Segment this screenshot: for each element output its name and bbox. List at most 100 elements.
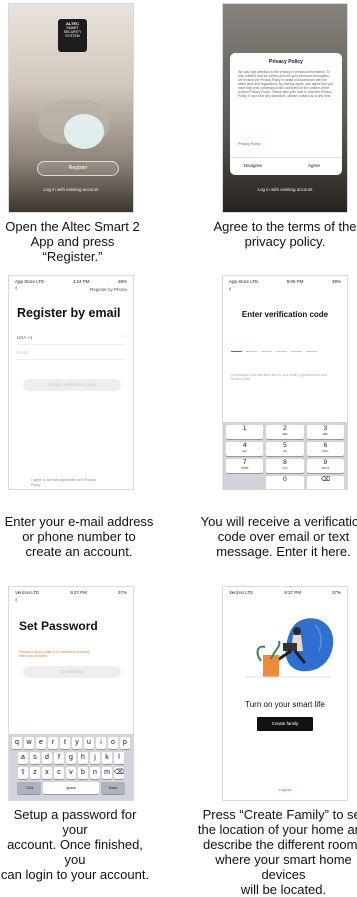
keyboard-key[interactable]: x (42, 767, 52, 779)
key-letters: TUV (282, 467, 288, 470)
key-number: 0 (283, 476, 287, 483)
key-letters: WXYZ (321, 467, 330, 470)
keyboard-key[interactable]: s (30, 752, 40, 764)
keyboard: qwertyuiop asdfghjkl ⇧ z x c v b n m ⌫ .?123 spa… (9, 734, 133, 800)
code-input[interactable] (231, 351, 317, 352)
keypad-key[interactable]: 6 MNO (306, 442, 344, 456)
key-number: 1 (242, 425, 247, 432)
key-number: 7 (242, 459, 247, 466)
login-existing-link[interactable]: Log in with existing account (9, 187, 133, 192)
status-battery: 38% (117, 279, 127, 284)
keypad-key[interactable]: 5 JKL (266, 442, 304, 456)
key-number: 6 (323, 442, 328, 449)
logout-link[interactable]: Logout (223, 787, 347, 792)
completed-button[interactable]: Completed (23, 666, 121, 678)
logo-line: SYSTEM (65, 34, 80, 38)
keyboard-key[interactable]: b (78, 767, 88, 779)
keypad-key[interactable]: 0 (266, 476, 304, 489)
screen-open-app: ALTEC SMART SECURITY SYSTEM Register Log… (8, 3, 134, 213)
login-existing-link: Log in with existing account (257, 187, 313, 192)
agree-button[interactable]: Agree (308, 163, 320, 168)
register-button[interactable]: Register (37, 161, 119, 176)
keyboard-key[interactable]: v (66, 767, 76, 779)
screen-verification-code: App Store LTE 9:06 PM 39% ‹ Enter verifi… (222, 275, 348, 490)
keyboard-key[interactable]: r (48, 737, 58, 749)
keyboard-key[interactable]: k (102, 752, 112, 764)
key-number: ⌫ (320, 476, 330, 483)
keyboard-key[interactable]: p (120, 737, 130, 749)
key-letters: MNO (322, 450, 329, 453)
status-battery: 37% (331, 590, 341, 595)
key-letters: DEF (322, 433, 328, 436)
keypad-key[interactable]: ⌫ (306, 476, 344, 489)
status-bar: Verizon LTE 9:27 PM 37% (15, 590, 127, 595)
keyboard-key[interactable]: z (30, 767, 40, 779)
agreement-checkbox-label[interactable]: I agree to Service Agreement and Privacy… (31, 478, 96, 487)
key-123[interactable]: .?123 (17, 782, 41, 794)
keyboard-key[interactable]: y (72, 737, 82, 749)
status-bar: App Store LTE 9:06 PM 39% (229, 279, 341, 284)
status-time: 4:24 PM (72, 279, 90, 284)
keyboard-key[interactable]: o (108, 737, 118, 749)
caption-step3: Enter your e-mail address or phone numbe… (4, 514, 154, 559)
create-family-button[interactable]: Create family (257, 717, 313, 731)
get-verification-code-button[interactable]: Obtain verification code (23, 379, 121, 391)
keyboard-key[interactable]: j (90, 752, 100, 764)
keypad-key[interactable]: 2 ABC (266, 425, 304, 439)
divider (17, 344, 125, 345)
key-number: 3 (323, 425, 328, 432)
keyboard-key[interactable]: g (66, 752, 76, 764)
keypad-key[interactable]: 1 (226, 425, 264, 439)
dialog-title: Privacy Policy (269, 59, 303, 65)
privacy-policy-link[interactable]: Privacy Policy (238, 142, 260, 146)
keypad-key[interactable]: 9 WXYZ (306, 459, 344, 473)
back-chevron-icon[interactable]: ‹ (15, 597, 17, 604)
register-by-phone-link[interactable]: Register by Phone (90, 287, 127, 292)
keyboard-key[interactable]: i (96, 737, 106, 749)
keypad-key[interactable]: 8 TUV (266, 459, 304, 473)
keyboard-key[interactable]: e (36, 737, 46, 749)
status-battery: 39% (331, 279, 341, 284)
altec-logo: ALTEC SMART SECURITY SYSTEM (58, 19, 87, 52)
email-input[interactable]: Email (17, 350, 28, 355)
key-letters: ABC (282, 433, 288, 436)
disagree-button[interactable]: Disagree (244, 163, 262, 168)
keyboard-key[interactable]: l (114, 752, 124, 764)
back-chevron-icon[interactable]: ‹ (229, 286, 231, 293)
status-carrier: App Store LTE (229, 279, 259, 284)
key-number: 9 (323, 459, 328, 466)
country-code-select[interactable]: USA +1 (17, 335, 32, 340)
keyboard-key[interactable]: u (84, 737, 94, 749)
keyboard-key[interactable]: f (54, 752, 64, 764)
keyboard-key[interactable]: c (54, 767, 64, 779)
background-photo-shape (64, 114, 104, 149)
page-title: Set Password (19, 619, 98, 633)
key-letters: PQRS (240, 467, 249, 470)
code-slot (261, 351, 272, 352)
keyboard-key[interactable]: d (42, 752, 52, 764)
keyboard-key[interactable]: n (90, 767, 100, 779)
code-slot (276, 351, 287, 352)
keypad-key[interactable]: 7 PQRS (226, 459, 264, 473)
keyboard-key[interactable]: ⇧ (18, 767, 28, 779)
dialog-body: We pay high attention to the privacy of … (238, 70, 333, 98)
keyboard-key[interactable]: t (60, 737, 70, 749)
screen-set-password: Verizon LTE 9:27 PM 37% ‹ Set Password P… (8, 586, 134, 801)
keyboard-key[interactable]: h (78, 752, 88, 764)
keyboard-key[interactable]: m (102, 767, 112, 779)
key-space[interactable]: space (43, 782, 99, 794)
key-done[interactable]: Done (101, 782, 125, 794)
keyboard-key[interactable]: a (18, 752, 28, 764)
status-time: 9:06 PM (286, 279, 304, 284)
keyboard-key[interactable]: ⌫ (114, 767, 124, 779)
status-carrier: Verizon LTE (229, 590, 254, 595)
keypad-key[interactable]: 4 GHI (226, 442, 264, 456)
caption-step2: Agree to the terms of the privacy policy… (213, 219, 357, 249)
keypad-key[interactable]: 3 DEF (306, 425, 344, 439)
numeric-keypad: 1 2 ABC 3 DEF 4 GHI 5 JKL 6 MNO 7 PQRS 8 TUV 9 WXYZ 0 ⌫ (223, 422, 347, 489)
key-number: 5 (283, 442, 287, 449)
keyboard-key[interactable]: q (12, 737, 22, 749)
keyboard-key[interactable]: w (24, 737, 34, 749)
key-letters: JKL (282, 450, 288, 453)
back-chevron-icon[interactable]: ‹ (15, 285, 17, 292)
